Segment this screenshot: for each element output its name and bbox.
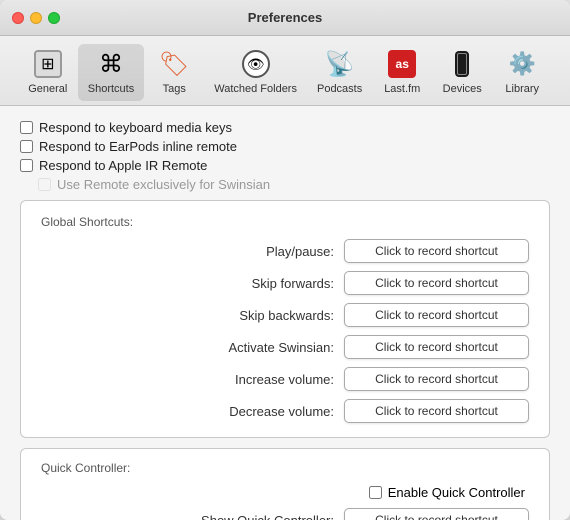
activate-swinsian-button[interactable]: Click to record shortcut xyxy=(344,335,529,359)
enable-quick-controller-label[interactable]: Enable Quick Controller xyxy=(388,485,525,500)
preferences-window: Preferences ⊞ General ⌘ Shortcuts 🏷 Tags xyxy=(0,0,570,520)
decrease-volume-button[interactable]: Click to record shortcut xyxy=(344,399,529,423)
shortcut-row-increase-volume: Increase volume: Click to record shortcu… xyxy=(41,367,529,391)
toolbar-label-devices: Devices xyxy=(443,83,482,95)
apple-ir-label[interactable]: Respond to Apple IR Remote xyxy=(39,158,207,173)
toolbar-label-general: General xyxy=(28,83,67,95)
toolbar-item-shortcuts[interactable]: ⌘ Shortcuts xyxy=(78,44,144,101)
tags-icon: 🏷 xyxy=(158,48,190,80)
general-icon: ⊞ xyxy=(32,48,64,80)
watched-eye-icon: 👁 xyxy=(242,50,270,78)
toolbar-label-watched-folders: Watched Folders xyxy=(214,83,297,95)
shortcut-row-activate-swinsian: Activate Swinsian: Click to record short… xyxy=(41,335,529,359)
skip-forwards-button[interactable]: Click to record shortcut xyxy=(344,271,529,295)
content-area: Respond to keyboard media keys Respond t… xyxy=(0,106,570,520)
earpods-row: Respond to EarPods inline remote xyxy=(20,139,550,154)
shortcut-row-play-pause: Play/pause: Click to record shortcut xyxy=(41,239,529,263)
skip-forwards-label: Skip forwards: xyxy=(214,276,334,291)
devices-icon xyxy=(446,48,478,80)
activate-swinsian-label: Activate Swinsian: xyxy=(214,340,334,355)
shortcuts-icon: ⌘ xyxy=(95,48,127,80)
toolbar: ⊞ General ⌘ Shortcuts 🏷 Tags 👁 Watched F… xyxy=(0,36,570,106)
maximize-button[interactable] xyxy=(48,12,60,24)
toolbar-label-tags: Tags xyxy=(163,83,186,95)
play-pause-button[interactable]: Click to record shortcut xyxy=(344,239,529,263)
watched-folders-icon: 👁 xyxy=(240,48,272,80)
play-pause-label: Play/pause: xyxy=(214,244,334,259)
apple-ir-row: Respond to Apple IR Remote xyxy=(20,158,550,173)
podcasts-icon: 📡 xyxy=(324,48,356,80)
enable-quick-controller-row: Enable Quick Controller xyxy=(41,485,529,500)
general-icon-shape: ⊞ xyxy=(34,50,62,78)
keyboard-media-label[interactable]: Respond to keyboard media keys xyxy=(39,120,232,135)
toolbar-item-lastfm[interactable]: as Last.fm xyxy=(372,44,432,101)
toolbar-label-library: Library xyxy=(505,83,539,95)
toolbar-label-lastfm: Last.fm xyxy=(384,83,420,95)
keyboard-media-row: Respond to keyboard media keys xyxy=(20,120,550,135)
shortcut-row-skip-backwards: Skip backwards: Click to record shortcut xyxy=(41,303,529,327)
global-shortcuts-section: Global Shortcuts: Play/pause: Click to r… xyxy=(20,200,550,438)
increase-volume-label: Increase volume: xyxy=(214,372,334,387)
traffic-lights xyxy=(12,12,60,24)
global-shortcuts-title: Global Shortcuts: xyxy=(41,215,529,229)
toolbar-item-library[interactable]: ⚙️ Library xyxy=(492,44,552,101)
close-button[interactable] xyxy=(12,12,24,24)
library-icon: ⚙️ xyxy=(506,48,538,80)
toolbar-item-watched-folders[interactable]: 👁 Watched Folders xyxy=(204,44,307,101)
shortcut-row-skip-forwards: Skip forwards: Click to record shortcut xyxy=(41,271,529,295)
show-quick-controller-button[interactable]: Click to record shortcut xyxy=(344,508,529,520)
remote-exclusive-label: Use Remote exclusively for Swinsian xyxy=(57,177,270,192)
increase-volume-button[interactable]: Click to record shortcut xyxy=(344,367,529,391)
earpods-label[interactable]: Respond to EarPods inline remote xyxy=(39,139,237,154)
device-phone-icon xyxy=(455,51,469,77)
skip-backwards-button[interactable]: Click to record shortcut xyxy=(344,303,529,327)
toolbar-label-shortcuts: Shortcuts xyxy=(88,83,134,95)
toolbar-item-tags[interactable]: 🏷 Tags xyxy=(144,44,204,101)
keyboard-media-checkbox[interactable] xyxy=(20,121,33,134)
toolbar-item-general[interactable]: ⊞ General xyxy=(18,44,78,101)
title-bar: Preferences xyxy=(0,0,570,36)
lastfm-logo: as xyxy=(388,50,416,78)
shortcut-row-decrease-volume: Decrease volume: Click to record shortcu… xyxy=(41,399,529,423)
quick-controller-title: Quick Controller: xyxy=(41,461,529,475)
remote-exclusive-row: Use Remote exclusively for Swinsian xyxy=(20,177,550,192)
toolbar-item-devices[interactable]: Devices xyxy=(432,44,492,101)
remote-exclusive-checkbox xyxy=(38,178,51,191)
apple-ir-checkbox[interactable] xyxy=(20,159,33,172)
show-quick-controller-label: Show Quick Controller: xyxy=(201,513,334,520)
minimize-button[interactable] xyxy=(30,12,42,24)
toolbar-label-podcasts: Podcasts xyxy=(317,83,362,95)
decrease-volume-label: Decrease volume: xyxy=(214,404,334,419)
show-quick-controller-row: Show Quick Controller: Click to record s… xyxy=(41,508,529,520)
window-title: Preferences xyxy=(248,10,322,25)
quick-controller-section: Quick Controller: Enable Quick Controlle… xyxy=(20,448,550,520)
earpods-checkbox[interactable] xyxy=(20,140,33,153)
lastfm-icon: as xyxy=(386,48,418,80)
enable-quick-controller-checkbox[interactable] xyxy=(369,486,382,499)
toolbar-item-podcasts[interactable]: 📡 Podcasts xyxy=(307,44,372,101)
skip-backwards-label: Skip backwards: xyxy=(214,308,334,323)
